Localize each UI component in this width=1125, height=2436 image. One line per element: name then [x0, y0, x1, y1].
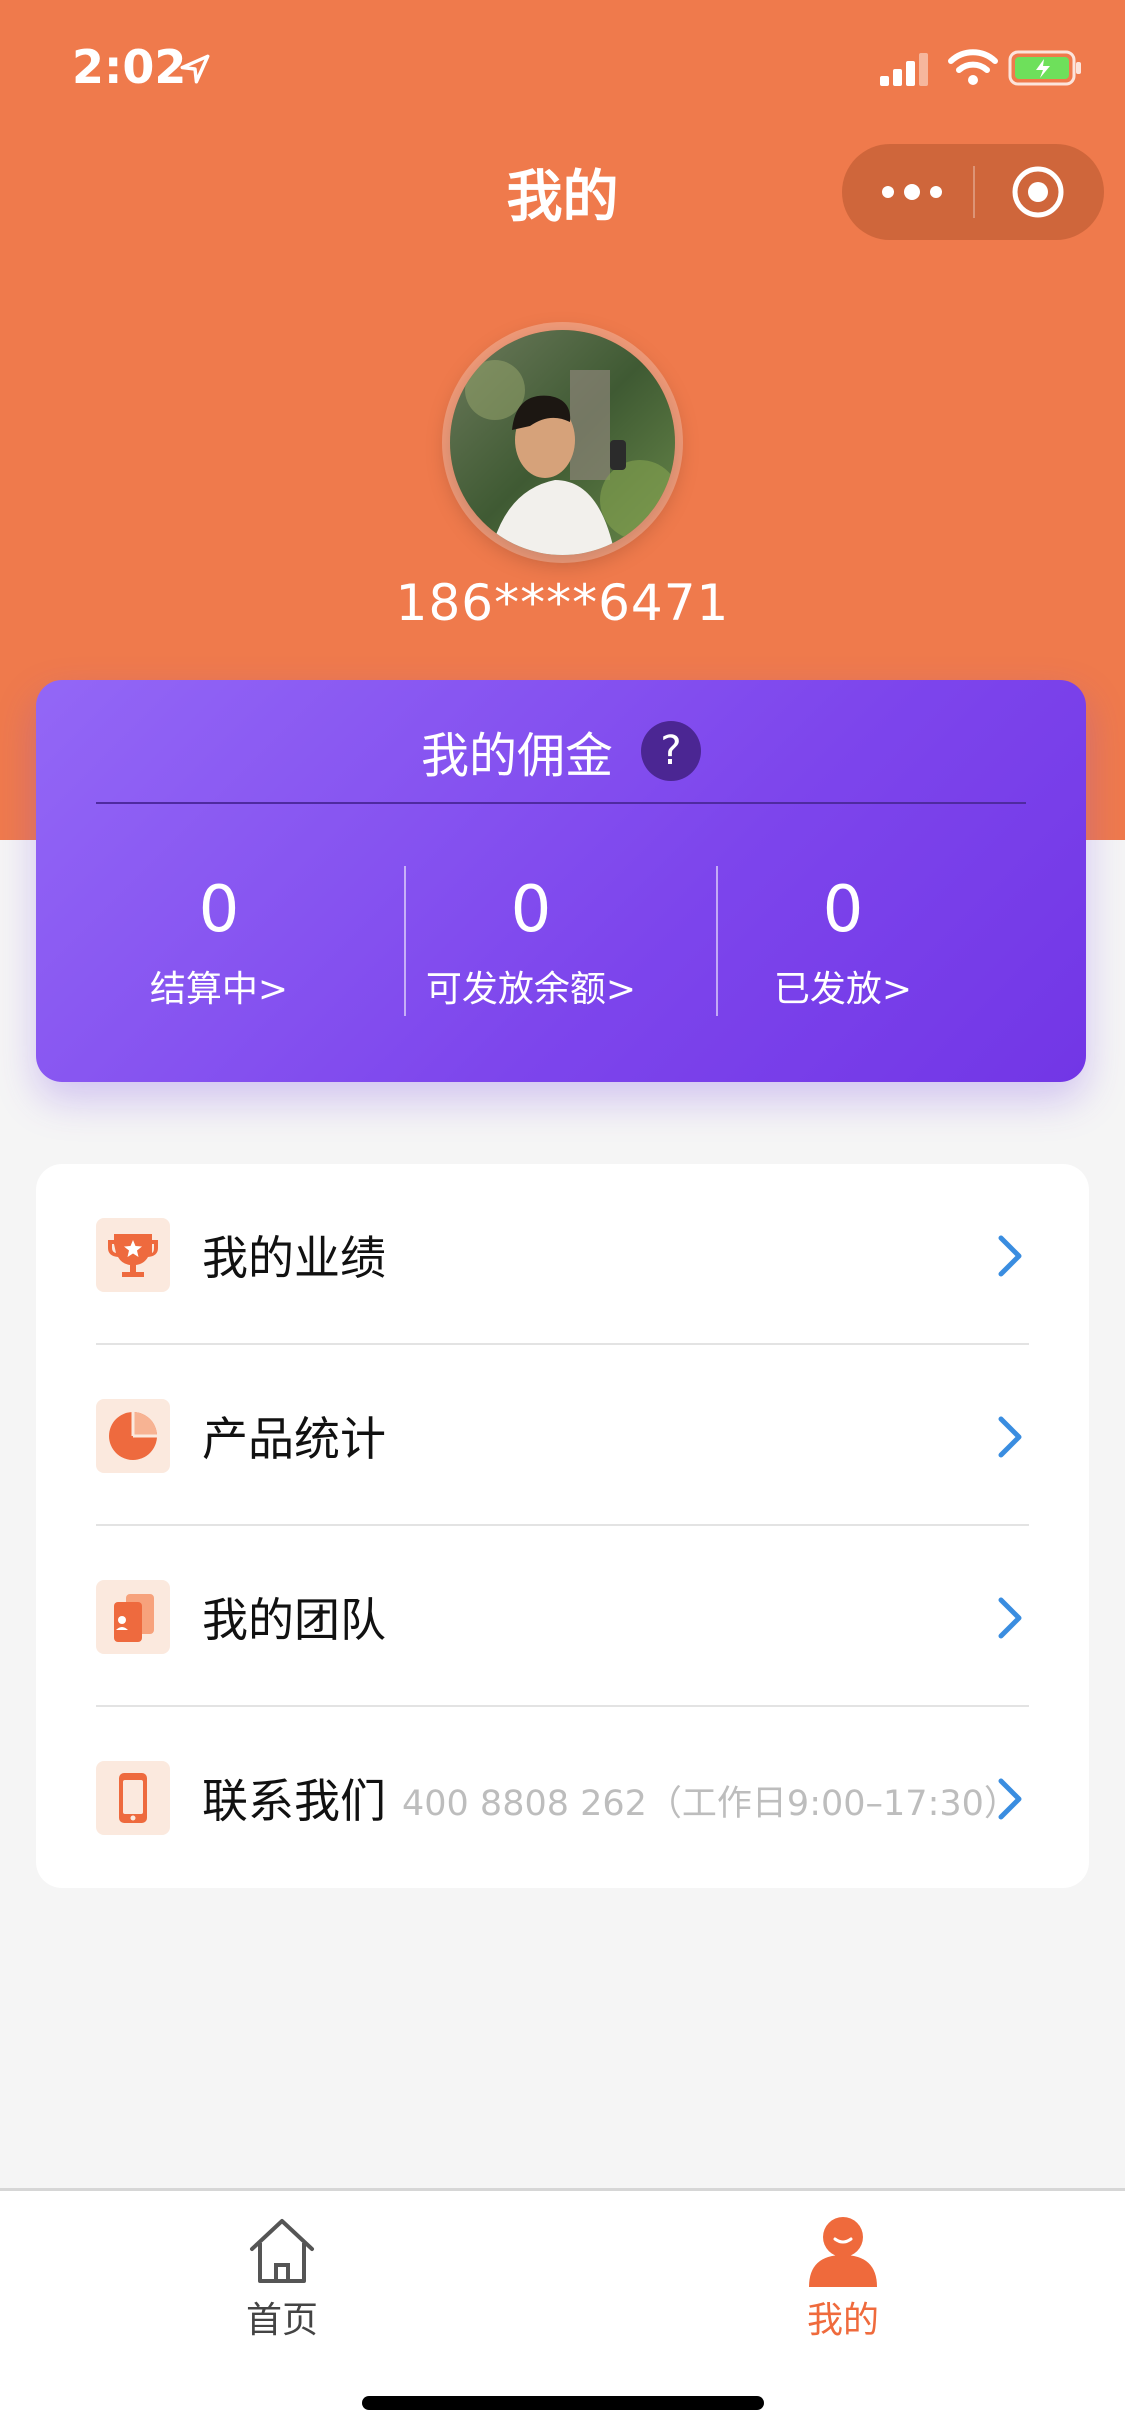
battery-icon [1008, 50, 1081, 86]
stat-settling[interactable]: 0 结算中> [64, 870, 374, 1012]
phone-icon [96, 1761, 170, 1835]
signal-icon [880, 53, 928, 86]
tab-label: 我的 [806, 2300, 879, 2341]
card-divider [96, 802, 1026, 804]
menu-item-label: 我的业绩 [202, 1231, 386, 1285]
user-icon [809, 2217, 877, 2287]
miniprogram-capsule [842, 144, 1104, 240]
contact-phone-hours: 400 8808 262（工作日9:00–17:30） [402, 1784, 1019, 1824]
stat-label: 已发放> [773, 969, 913, 1010]
location-arrow-icon [180, 54, 210, 84]
chevron-right-icon [998, 1235, 1022, 1277]
menu-list: 我的业绩 产品统计 我的团队 联系我们 400 8808 262（工作日9:00… [36, 1164, 1089, 1888]
close-target-icon[interactable] [1010, 164, 1066, 220]
menu-item-team[interactable]: 我的团队 [36, 1526, 1089, 1707]
wifi-icon [948, 49, 998, 85]
chevron-right-icon [998, 1416, 1022, 1458]
tab-home[interactable]: 首页 [212, 2215, 352, 2343]
commission-title-row: 我的佣金? [36, 716, 1086, 786]
menu-item-label: 联系我们 [202, 1774, 386, 1828]
stat-value: 0 [510, 873, 552, 947]
help-icon[interactable]: ? [641, 721, 701, 781]
tab-label: 首页 [245, 2300, 318, 2341]
stat-available[interactable]: 0 可发放余额> [376, 870, 686, 1012]
stat-label: 结算中> [149, 969, 289, 1010]
more-icon[interactable] [878, 172, 946, 212]
avatar-photo [450, 330, 675, 555]
commission-card: 我的佣金? 0 结算中> 0 可发放余额> 0 已发放> [36, 680, 1086, 1082]
chevron-right-icon [998, 1597, 1022, 1639]
menu-item-contact[interactable]: 联系我们 400 8808 262（工作日9:00–17:30） [36, 1707, 1089, 1888]
stat-value: 0 [198, 873, 240, 947]
stat-label: 可发放余额> [425, 969, 637, 1010]
home-icon [250, 2219, 314, 2283]
pie-chart-icon [96, 1399, 170, 1473]
stat-paid[interactable]: 0 已发放> [688, 870, 998, 1012]
chevron-right-icon [998, 1778, 1022, 1820]
menu-item-performance[interactable]: 我的业绩 [36, 1164, 1089, 1345]
menu-item-label: 产品统计 [202, 1412, 386, 1466]
commission-title: 我的佣金 [420, 728, 613, 784]
user-phone: 186****6471 [395, 574, 730, 632]
home-indicator [362, 2396, 764, 2410]
tab-mine[interactable]: 我的 [773, 2215, 913, 2343]
stat-value: 0 [822, 873, 864, 947]
avatar[interactable] [450, 330, 675, 555]
capsule-divider [973, 166, 975, 218]
team-icon [96, 1580, 170, 1654]
menu-item-label: 我的团队 [202, 1593, 386, 1647]
trophy-icon [96, 1218, 170, 1292]
status-time: 2:02 [72, 40, 187, 94]
menu-item-product-stats[interactable]: 产品统计 [36, 1345, 1089, 1526]
